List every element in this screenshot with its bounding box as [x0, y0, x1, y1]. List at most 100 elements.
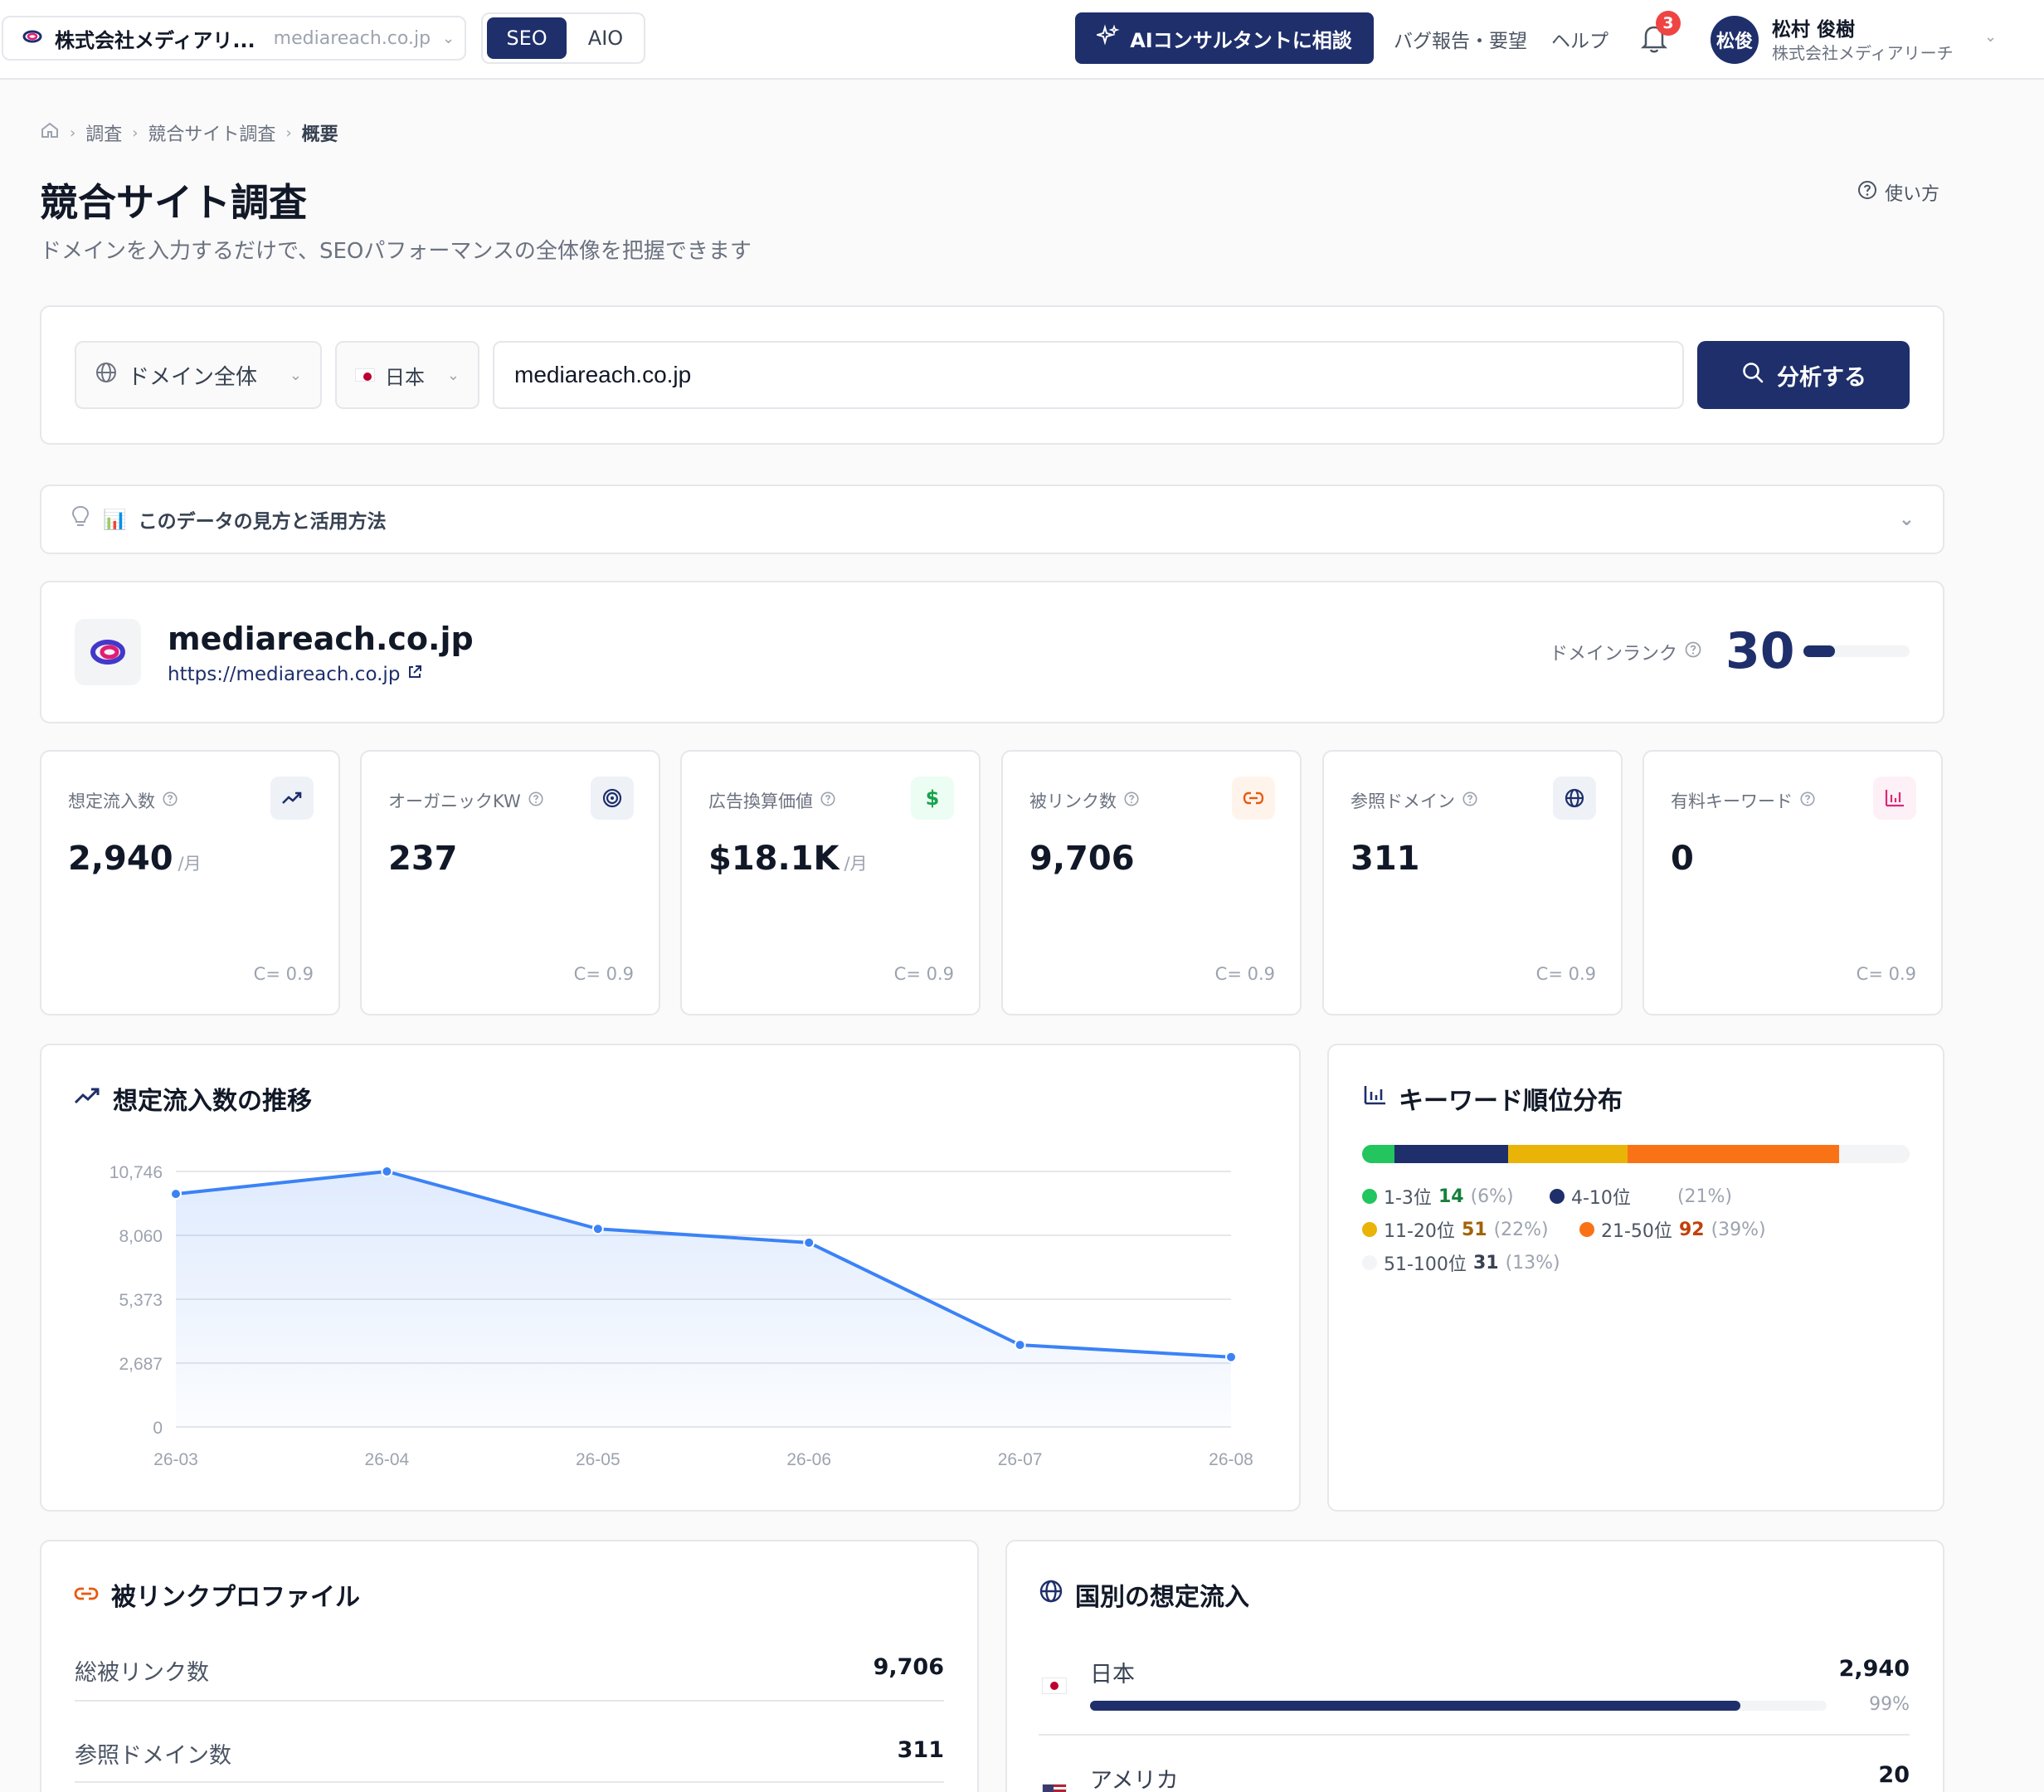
scope-select[interactable]: ドメイン全体 ⌄: [75, 341, 322, 409]
legend-count: 14: [1438, 1186, 1464, 1207]
legend-label: 11-20位: [1384, 1221, 1455, 1242]
metric-card: 被リンク数 9,706 C= 0.9: [1001, 750, 1302, 1015]
help-circle-icon[interactable]: [820, 791, 836, 811]
help-circle-icon[interactable]: [162, 791, 178, 811]
backlink-row-label: 総被リンク数: [75, 1660, 209, 1686]
site-selector-name: 株式会社メディアリ...: [55, 28, 256, 52]
domain-url-link[interactable]: https://mediareach.co.jp: [168, 664, 423, 685]
metric-label: オーガニックKW: [388, 791, 521, 811]
site-selector[interactable]: 株式会社メディアリ... mediareach.co.jp ⌄: [2, 16, 466, 61]
link-icon: [73, 1580, 100, 1609]
help-circle-icon[interactable]: [1799, 791, 1816, 811]
metric-card: オーガニックKW 237 C= 0.9: [360, 750, 660, 1015]
metric-value-group: 9,706: [1029, 840, 1140, 878]
domain-rank-label-group: ドメインランク: [1550, 639, 1702, 665]
target-icon: [591, 777, 634, 820]
tips-label: このデータの見方と活用方法: [138, 511, 387, 533]
lightbulb-icon: [70, 504, 91, 534]
row-divider: [75, 1781, 944, 1783]
domain-url: https://mediareach.co.jp: [168, 664, 401, 685]
mode-seo-tab[interactable]: SEO: [487, 17, 567, 59]
country-share-pct: 99%: [1869, 1694, 1910, 1715]
mode-toggle: SEO AIO: [481, 12, 645, 64]
bug-report-link[interactable]: バグ報告・要望: [1394, 25, 1527, 53]
metric-confidence: C= 0.9: [893, 964, 954, 984]
legend-pct: (39%): [1711, 1219, 1766, 1240]
legend-pct: (6%): [1470, 1186, 1514, 1207]
metric-card: 想定流入数 2,940/月 C= 0.9: [40, 750, 340, 1015]
backlink-profile-title-group: 被リンクプロファイル: [73, 1576, 360, 1613]
row-divider: [1039, 1734, 1910, 1736]
search-icon: [1740, 360, 1765, 391]
chart-emoji-icon: 📊: [103, 509, 127, 531]
metric-label-group: 広告換算価値: [708, 788, 836, 813]
traffic-point: [170, 1188, 182, 1200]
user-menu-chevron-icon[interactable]: ⌄: [1984, 28, 1997, 46]
metric-label: 被リンク数: [1029, 791, 1117, 811]
legend-pct: (22%): [1493, 1219, 1549, 1240]
chevron-down-icon: ⌄: [289, 366, 302, 384]
domain-input[interactable]: [493, 341, 1684, 409]
tips-collapsible[interactable]: 📊 このデータの見方と活用方法 ⌄: [40, 485, 1944, 554]
analyze-button[interactable]: 分析する: [1697, 341, 1910, 409]
breadcrumb-separator: ›: [70, 124, 76, 142]
breadcrumb-separator: ›: [132, 124, 139, 142]
ai-consultant-label: AIコンサルタントに相談: [1130, 28, 1352, 52]
keyword-legend-item: 51-100位 31 (13%): [1362, 1249, 1560, 1276]
legend-label: 21-50位: [1601, 1221, 1672, 1242]
legend-label: 1-3位: [1384, 1188, 1432, 1209]
chevron-down-icon: ⌄: [1898, 509, 1915, 530]
avatar[interactable]: 松俊: [1711, 16, 1759, 64]
traffic-trend-chart: 0 2,687 5,373 8,060 10,746 26-03 26-04 26-05 26-…: [110, 1163, 1253, 1469]
keyword-bar-segment: [1362, 1145, 1395, 1163]
legend-count: 51: [1461, 1219, 1487, 1240]
row-divider: [75, 1700, 944, 1702]
metric-label: 有料キーワード: [1671, 791, 1793, 811]
legend-dot: [1550, 1189, 1565, 1204]
chevron-down-icon: ⌄: [446, 366, 460, 384]
traffic-point: [381, 1166, 393, 1177]
japan-flag-icon: [355, 368, 375, 382]
traffic-trend-title-group: 想定流入数の推移: [73, 1080, 312, 1117]
help-circle-icon[interactable]: [528, 791, 544, 811]
help-link[interactable]: ヘルプ: [1551, 25, 1608, 53]
country-traffic-title: 国別の想定流入: [1075, 1583, 1249, 1612]
breadcrumb-item[interactable]: 競合サイト調査: [148, 119, 275, 146]
metric-label-group: 被リンク数: [1029, 788, 1140, 813]
mode-aio-tab[interactable]: AIO: [572, 17, 640, 59]
legend-dot: [1362, 1189, 1377, 1204]
howto-link[interactable]: 使い方: [1857, 179, 1939, 206]
backlink-row-value: 311: [897, 1737, 944, 1763]
help-circle-icon: [1857, 179, 1878, 206]
breadcrumb: › 調査 › 競合サイト調査 › 概要: [40, 119, 338, 146]
breadcrumb-item[interactable]: 調査: [85, 119, 122, 146]
home-icon[interactable]: [40, 120, 60, 145]
bar-chart-icon: [1362, 1083, 1387, 1113]
y-tick-label: 8,060: [119, 1227, 163, 1246]
metric-label: 広告換算価値: [708, 791, 813, 811]
help-circle-icon[interactable]: [1684, 640, 1702, 664]
metric-label: 参照ドメイン: [1350, 791, 1455, 811]
help-circle-icon[interactable]: [1123, 791, 1140, 811]
traffic-point: [1225, 1351, 1237, 1363]
site-logo-icon: [22, 28, 43, 48]
usa-flag-icon: [1042, 1784, 1067, 1792]
keyword-bar-segment: [1508, 1145, 1628, 1163]
analyze-button-label: 分析する: [1777, 364, 1866, 391]
x-tick-label: 26-03: [153, 1450, 198, 1469]
metric-value: 311: [1350, 840, 1420, 878]
help-circle-icon[interactable]: [1462, 791, 1478, 811]
metric-confidence: C= 0.9: [1535, 964, 1596, 984]
legend-pct: (13%): [1505, 1252, 1560, 1273]
domain-rank-fill: [1803, 645, 1835, 657]
country-name: アメリカ: [1090, 1768, 1179, 1792]
traffic-point: [591, 1223, 604, 1235]
metric-label: 想定流入数: [68, 791, 155, 811]
metric-unit: /月: [844, 854, 868, 874]
metric-unit: /月: [178, 854, 202, 874]
x-tick-label: 26-07: [998, 1450, 1043, 1469]
ai-consultant-button[interactable]: AIコンサルタントに相談: [1075, 12, 1374, 64]
country-select[interactable]: 日本 ⌄: [335, 341, 479, 409]
legend-dot: [1362, 1222, 1377, 1237]
keyword-legend-item: 21-50位 92 (39%): [1579, 1216, 1766, 1243]
